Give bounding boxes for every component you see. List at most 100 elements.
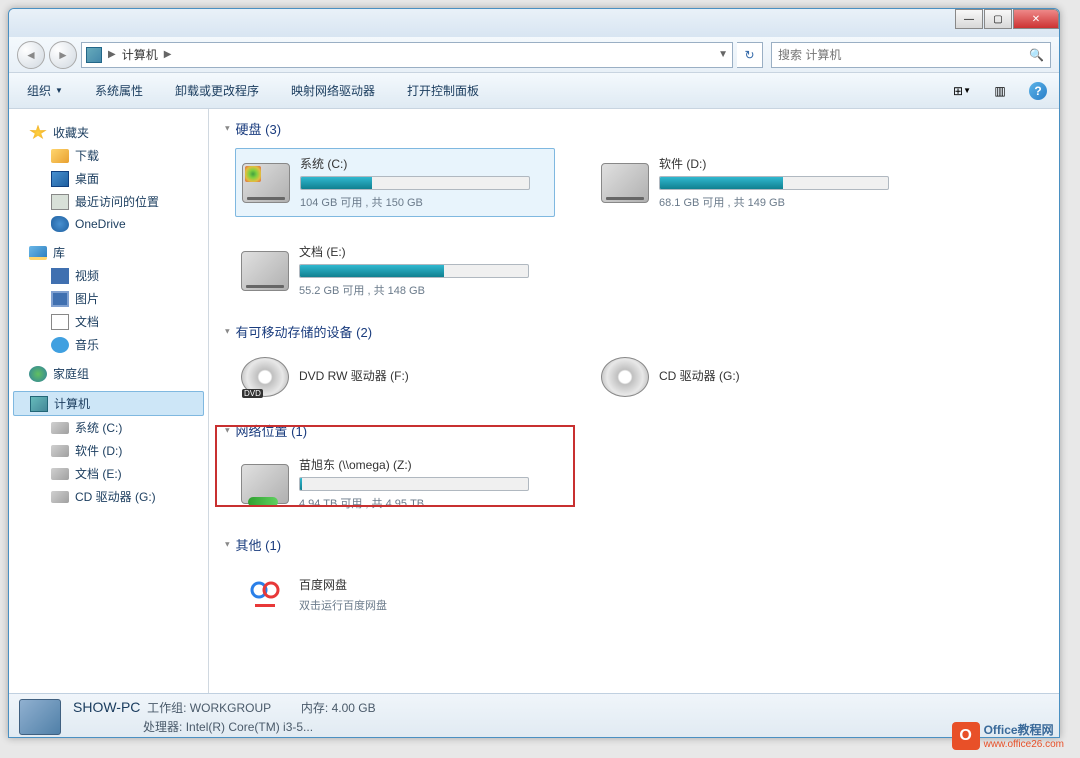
homegroup-icon — [29, 366, 47, 382]
forward-button[interactable]: ► — [49, 41, 77, 69]
navigation-row: ◄ ► ▶ 计算机 ▶ ▼ ↻ 🔍 — [9, 37, 1059, 73]
section-hard-drives: 硬盘 (3) 系统 (C:) 104 GB 可用 , 共 150 GB — [225, 119, 1043, 304]
cloud-icon — [51, 216, 69, 232]
close-button[interactable]: ✕ — [1013, 9, 1059, 29]
drive-label: 软件 (D:) — [659, 155, 909, 172]
uninstall-programs-button[interactable]: 卸载或更改程序 — [167, 78, 267, 103]
sidebar-desktop[interactable]: 桌面 — [9, 167, 208, 190]
sidebar-documents[interactable]: 文档 — [9, 310, 208, 333]
drive-c[interactable]: 系统 (C:) 104 GB 可用 , 共 150 GB — [235, 148, 555, 217]
document-icon — [51, 314, 69, 330]
sidebar-favorites[interactable]: 收藏夹 — [9, 121, 208, 144]
sidebar-drive-d[interactable]: 软件 (D:) — [9, 439, 208, 462]
capacity-bar — [299, 264, 529, 278]
section-header-other[interactable]: 其他 (1) — [225, 535, 1043, 554]
titlebar: — ▢ ✕ — [9, 9, 1059, 37]
breadcrumb-arrow-icon: ▶ — [164, 49, 172, 60]
maximize-button[interactable]: ▢ — [984, 9, 1012, 29]
sidebar-computer[interactable]: 计算机 — [13, 391, 204, 416]
capacity-text: 104 GB 可用 , 共 150 GB — [300, 194, 548, 210]
drive-f-dvd[interactable]: DVD RW 驱动器 (F:) — [235, 351, 555, 403]
section-removable: 有可移动存储的设备 (2) DVD RW 驱动器 (F:) CD 驱动器 (G:… — [225, 322, 1043, 403]
explorer-window: — ▢ ✕ ◄ ► ▶ 计算机 ▶ ▼ ↻ 🔍 组织 ▼ 系统属性 卸载或更改程… — [8, 8, 1060, 738]
sidebar-videos[interactable]: 视频 — [9, 264, 208, 287]
help-icon: ? — [1029, 82, 1047, 100]
sidebar-onedrive[interactable]: OneDrive — [9, 213, 208, 235]
section-header-hdd[interactable]: 硬盘 (3) — [225, 119, 1043, 138]
capacity-bar — [299, 477, 529, 491]
video-icon — [51, 268, 69, 284]
drive-label: 系统 (C:) — [300, 155, 548, 172]
watermark: O Office教程网 www.office26.com — [952, 721, 1064, 750]
map-network-drive-button[interactable]: 映射网络驱动器 — [283, 78, 383, 103]
sidebar-drive-g[interactable]: CD 驱动器 (G:) — [9, 485, 208, 508]
drive-icon — [51, 468, 69, 480]
minimize-button[interactable]: — — [955, 9, 983, 29]
section-other: 其他 (1) 百度网盘 双击运行百度网盘 — [225, 535, 1043, 624]
capacity-bar — [659, 176, 889, 190]
cd-icon — [601, 357, 649, 397]
search-input[interactable] — [778, 48, 1023, 62]
baidu-icon — [241, 570, 289, 618]
dvd-icon — [241, 357, 289, 397]
capacity-text: 4.94 TB 可用 , 共 4.95 TB — [299, 495, 549, 511]
drive-d[interactable]: 软件 (D:) 68.1 GB 可用 , 共 149 GB — [595, 148, 915, 217]
open-control-panel-button[interactable]: 打开控制面板 — [399, 78, 487, 103]
drive-label: CD 驱动器 (G:) — [659, 367, 909, 384]
preview-pane-button[interactable]: ▥ — [989, 80, 1011, 102]
sidebar-pictures[interactable]: 图片 — [9, 287, 208, 310]
capacity-bar — [300, 176, 530, 190]
section-header-removable[interactable]: 有可移动存储的设备 (2) — [225, 322, 1043, 341]
view-options-button[interactable]: ⊞ ▼ — [951, 80, 973, 102]
organize-menu[interactable]: 组织 ▼ — [19, 78, 71, 103]
drive-icon — [242, 163, 290, 203]
drive-label: DVD RW 驱动器 (F:) — [299, 367, 549, 384]
navigation-pane: 收藏夹 下载 桌面 最近访问的位置 OneDrive 库 视频 图片 文档 音乐… — [9, 109, 209, 693]
sidebar-drive-c[interactable]: 系统 (C:) — [9, 416, 208, 439]
drive-icon — [51, 491, 69, 503]
drive-z-network[interactable]: 苗旭东 (\\omega) (Z:) 4.94 TB 可用 , 共 4.95 T… — [235, 450, 555, 517]
details-pane: SHOW-PC 工作组: WORKGROUP 内存: 4.00 GB 处理器: … — [9, 693, 1059, 738]
section-network: 网络位置 (1) 苗旭东 (\\omega) (Z:) 4.94 TB 可用 ,… — [225, 421, 1043, 517]
desktop-icon — [51, 171, 69, 187]
computer-icon — [86, 47, 102, 63]
libraries-icon — [29, 246, 47, 260]
drive-icon — [241, 251, 289, 291]
network-drive-icon — [241, 464, 289, 504]
drive-label: 文档 (E:) — [299, 243, 549, 260]
capacity-text: 55.2 GB 可用 , 共 148 GB — [299, 282, 549, 298]
sidebar-drive-e[interactable]: 文档 (E:) — [9, 462, 208, 485]
drive-icon — [51, 422, 69, 434]
recent-icon — [51, 194, 69, 210]
search-box[interactable]: 🔍 — [771, 42, 1051, 68]
refresh-button[interactable]: ↻ — [737, 42, 763, 68]
help-button[interactable]: ? — [1027, 80, 1049, 102]
drive-e[interactable]: 文档 (E:) 55.2 GB 可用 , 共 148 GB — [235, 237, 555, 304]
drive-g-cd[interactable]: CD 驱动器 (G:) — [595, 351, 915, 403]
content-pane: 硬盘 (3) 系统 (C:) 104 GB 可用 , 共 150 GB — [209, 109, 1059, 693]
section-header-network[interactable]: 网络位置 (1) — [225, 421, 1043, 440]
item-label: 百度网盘 — [299, 576, 549, 593]
folder-icon — [51, 149, 69, 163]
breadcrumb-arrow-icon: ▶ — [108, 49, 116, 60]
drive-icon — [51, 445, 69, 457]
back-button[interactable]: ◄ — [17, 41, 45, 69]
sidebar-recent[interactable]: 最近访问的位置 — [9, 190, 208, 213]
address-bar[interactable]: ▶ 计算机 ▶ ▼ — [81, 42, 733, 68]
drive-icon — [601, 163, 649, 203]
sidebar-homegroup[interactable]: 家庭组 — [9, 362, 208, 385]
sidebar-music[interactable]: 音乐 — [9, 333, 208, 356]
item-sublabel: 双击运行百度网盘 — [299, 597, 549, 613]
search-icon[interactable]: 🔍 — [1029, 48, 1044, 62]
sidebar-downloads[interactable]: 下载 — [9, 144, 208, 167]
drive-label: 苗旭东 (\\omega) (Z:) — [299, 456, 549, 473]
toolbar: 组织 ▼ 系统属性 卸载或更改程序 映射网络驱动器 打开控制面板 ⊞ ▼ ▥ ? — [9, 73, 1059, 109]
breadcrumb-computer[interactable]: 计算机 — [122, 46, 158, 63]
system-properties-button[interactable]: 系统属性 — [87, 78, 151, 103]
picture-icon — [51, 291, 69, 307]
computer-icon — [30, 396, 48, 412]
dropdown-icon[interactable]: ▼ — [718, 49, 728, 60]
sidebar-libraries[interactable]: 库 — [9, 241, 208, 264]
baidu-netdisk-item[interactable]: 百度网盘 双击运行百度网盘 — [235, 564, 555, 624]
watermark-logo-icon: O — [952, 722, 980, 750]
